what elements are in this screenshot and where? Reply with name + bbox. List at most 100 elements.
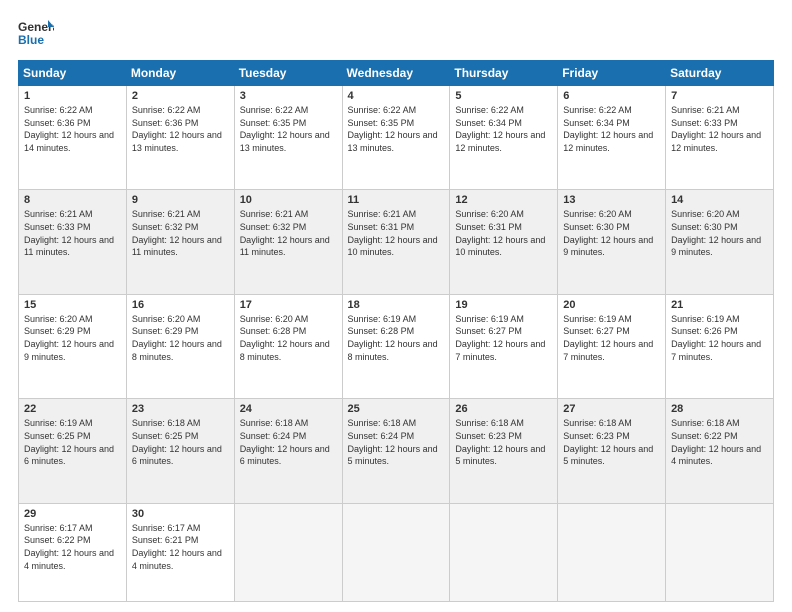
day-info: Sunrise: 6:21 AMSunset: 6:33 PMDaylight:… <box>24 209 114 257</box>
calendar-table: SundayMondayTuesdayWednesdayThursdayFrid… <box>18 60 774 602</box>
calendar-day-cell <box>450 503 558 601</box>
day-number: 19 <box>455 299 552 311</box>
day-number: 24 <box>240 403 337 415</box>
day-info: Sunrise: 6:18 AMSunset: 6:25 PMDaylight:… <box>132 418 222 466</box>
calendar-day-header: Monday <box>126 61 234 86</box>
calendar-day-cell: 1 Sunrise: 6:22 AMSunset: 6:36 PMDayligh… <box>19 86 127 190</box>
day-info: Sunrise: 6:20 AMSunset: 6:31 PMDaylight:… <box>455 209 545 257</box>
day-info: Sunrise: 6:22 AMSunset: 6:36 PMDaylight:… <box>132 105 222 153</box>
calendar-day-cell: 19 Sunrise: 6:19 AMSunset: 6:27 PMDaylig… <box>450 294 558 398</box>
calendar-day-cell: 30 Sunrise: 6:17 AMSunset: 6:21 PMDaylig… <box>126 503 234 601</box>
day-info: Sunrise: 6:22 AMSunset: 6:35 PMDaylight:… <box>240 105 330 153</box>
day-number: 7 <box>671 90 768 102</box>
calendar-body: 1 Sunrise: 6:22 AMSunset: 6:36 PMDayligh… <box>19 86 774 602</box>
calendar-day-cell: 20 Sunrise: 6:19 AMSunset: 6:27 PMDaylig… <box>558 294 666 398</box>
calendar-week-row: 29 Sunrise: 6:17 AMSunset: 6:22 PMDaylig… <box>19 503 774 601</box>
day-number: 26 <box>455 403 552 415</box>
calendar-day-cell: 12 Sunrise: 6:20 AMSunset: 6:31 PMDaylig… <box>450 190 558 294</box>
calendar-week-row: 8 Sunrise: 6:21 AMSunset: 6:33 PMDayligh… <box>19 190 774 294</box>
calendar-day-header: Thursday <box>450 61 558 86</box>
calendar-header-row: SundayMondayTuesdayWednesdayThursdayFrid… <box>19 61 774 86</box>
day-info: Sunrise: 6:20 AMSunset: 6:30 PMDaylight:… <box>563 209 653 257</box>
day-number: 12 <box>455 194 552 206</box>
day-number: 3 <box>240 90 337 102</box>
day-number: 29 <box>24 508 121 520</box>
day-number: 4 <box>348 90 445 102</box>
calendar-day-cell: 24 Sunrise: 6:18 AMSunset: 6:24 PMDaylig… <box>234 399 342 503</box>
calendar-day-header: Saturday <box>666 61 774 86</box>
logo-svg: General Blue <box>18 18 54 50</box>
calendar-day-cell: 9 Sunrise: 6:21 AMSunset: 6:32 PMDayligh… <box>126 190 234 294</box>
calendar-day-cell: 6 Sunrise: 6:22 AMSunset: 6:34 PMDayligh… <box>558 86 666 190</box>
day-number: 22 <box>24 403 121 415</box>
calendar-day-cell: 8 Sunrise: 6:21 AMSunset: 6:33 PMDayligh… <box>19 190 127 294</box>
calendar-week-row: 22 Sunrise: 6:19 AMSunset: 6:25 PMDaylig… <box>19 399 774 503</box>
day-info: Sunrise: 6:18 AMSunset: 6:23 PMDaylight:… <box>455 418 545 466</box>
day-info: Sunrise: 6:22 AMSunset: 6:35 PMDaylight:… <box>348 105 438 153</box>
day-info: Sunrise: 6:21 AMSunset: 6:32 PMDaylight:… <box>240 209 330 257</box>
calendar-day-cell <box>558 503 666 601</box>
day-number: 21 <box>671 299 768 311</box>
day-info: Sunrise: 6:19 AMSunset: 6:27 PMDaylight:… <box>563 314 653 362</box>
calendar-day-cell: 4 Sunrise: 6:22 AMSunset: 6:35 PMDayligh… <box>342 86 450 190</box>
day-number: 14 <box>671 194 768 206</box>
day-number: 9 <box>132 194 229 206</box>
calendar-day-cell: 23 Sunrise: 6:18 AMSunset: 6:25 PMDaylig… <box>126 399 234 503</box>
calendar-day-cell: 7 Sunrise: 6:21 AMSunset: 6:33 PMDayligh… <box>666 86 774 190</box>
day-number: 18 <box>348 299 445 311</box>
calendar-week-row: 15 Sunrise: 6:20 AMSunset: 6:29 PMDaylig… <box>19 294 774 398</box>
calendar-day-cell: 21 Sunrise: 6:19 AMSunset: 6:26 PMDaylig… <box>666 294 774 398</box>
day-info: Sunrise: 6:18 AMSunset: 6:23 PMDaylight:… <box>563 418 653 466</box>
calendar-day-cell: 28 Sunrise: 6:18 AMSunset: 6:22 PMDaylig… <box>666 399 774 503</box>
calendar-day-cell: 3 Sunrise: 6:22 AMSunset: 6:35 PMDayligh… <box>234 86 342 190</box>
day-info: Sunrise: 6:21 AMSunset: 6:32 PMDaylight:… <box>132 209 222 257</box>
calendar-day-cell: 17 Sunrise: 6:20 AMSunset: 6:28 PMDaylig… <box>234 294 342 398</box>
day-info: Sunrise: 6:17 AMSunset: 6:21 PMDaylight:… <box>132 523 222 571</box>
day-info: Sunrise: 6:18 AMSunset: 6:24 PMDaylight:… <box>348 418 438 466</box>
calendar-day-header: Tuesday <box>234 61 342 86</box>
header: General Blue <box>18 18 774 50</box>
day-info: Sunrise: 6:17 AMSunset: 6:22 PMDaylight:… <box>24 523 114 571</box>
calendar-day-cell: 16 Sunrise: 6:20 AMSunset: 6:29 PMDaylig… <box>126 294 234 398</box>
day-info: Sunrise: 6:20 AMSunset: 6:29 PMDaylight:… <box>132 314 222 362</box>
calendar-day-cell: 5 Sunrise: 6:22 AMSunset: 6:34 PMDayligh… <box>450 86 558 190</box>
day-number: 13 <box>563 194 660 206</box>
calendar-day-header: Sunday <box>19 61 127 86</box>
day-number: 20 <box>563 299 660 311</box>
day-info: Sunrise: 6:20 AMSunset: 6:28 PMDaylight:… <box>240 314 330 362</box>
calendar-day-cell: 2 Sunrise: 6:22 AMSunset: 6:36 PMDayligh… <box>126 86 234 190</box>
day-info: Sunrise: 6:20 AMSunset: 6:29 PMDaylight:… <box>24 314 114 362</box>
calendar-week-row: 1 Sunrise: 6:22 AMSunset: 6:36 PMDayligh… <box>19 86 774 190</box>
calendar-day-cell <box>342 503 450 601</box>
day-number: 27 <box>563 403 660 415</box>
day-info: Sunrise: 6:19 AMSunset: 6:28 PMDaylight:… <box>348 314 438 362</box>
day-info: Sunrise: 6:20 AMSunset: 6:30 PMDaylight:… <box>671 209 761 257</box>
day-number: 6 <box>563 90 660 102</box>
calendar-day-cell: 14 Sunrise: 6:20 AMSunset: 6:30 PMDaylig… <box>666 190 774 294</box>
day-number: 30 <box>132 508 229 520</box>
calendar-day-cell: 25 Sunrise: 6:18 AMSunset: 6:24 PMDaylig… <box>342 399 450 503</box>
day-info: Sunrise: 6:19 AMSunset: 6:27 PMDaylight:… <box>455 314 545 362</box>
calendar-day-cell: 26 Sunrise: 6:18 AMSunset: 6:23 PMDaylig… <box>450 399 558 503</box>
day-info: Sunrise: 6:18 AMSunset: 6:24 PMDaylight:… <box>240 418 330 466</box>
day-info: Sunrise: 6:21 AMSunset: 6:31 PMDaylight:… <box>348 209 438 257</box>
day-info: Sunrise: 6:19 AMSunset: 6:26 PMDaylight:… <box>671 314 761 362</box>
calendar-day-cell: 10 Sunrise: 6:21 AMSunset: 6:32 PMDaylig… <box>234 190 342 294</box>
day-number: 5 <box>455 90 552 102</box>
day-info: Sunrise: 6:22 AMSunset: 6:34 PMDaylight:… <box>455 105 545 153</box>
day-info: Sunrise: 6:21 AMSunset: 6:33 PMDaylight:… <box>671 105 761 153</box>
day-info: Sunrise: 6:19 AMSunset: 6:25 PMDaylight:… <box>24 418 114 466</box>
day-number: 25 <box>348 403 445 415</box>
day-number: 23 <box>132 403 229 415</box>
day-number: 17 <box>240 299 337 311</box>
calendar-day-header: Wednesday <box>342 61 450 86</box>
day-info: Sunrise: 6:18 AMSunset: 6:22 PMDaylight:… <box>671 418 761 466</box>
page: General Blue SundayMondayTuesdayWednesda… <box>0 0 792 612</box>
day-number: 8 <box>24 194 121 206</box>
calendar-day-cell <box>234 503 342 601</box>
calendar-day-header: Friday <box>558 61 666 86</box>
day-number: 16 <box>132 299 229 311</box>
day-number: 1 <box>24 90 121 102</box>
calendar-day-cell: 15 Sunrise: 6:20 AMSunset: 6:29 PMDaylig… <box>19 294 127 398</box>
day-info: Sunrise: 6:22 AMSunset: 6:34 PMDaylight:… <box>563 105 653 153</box>
